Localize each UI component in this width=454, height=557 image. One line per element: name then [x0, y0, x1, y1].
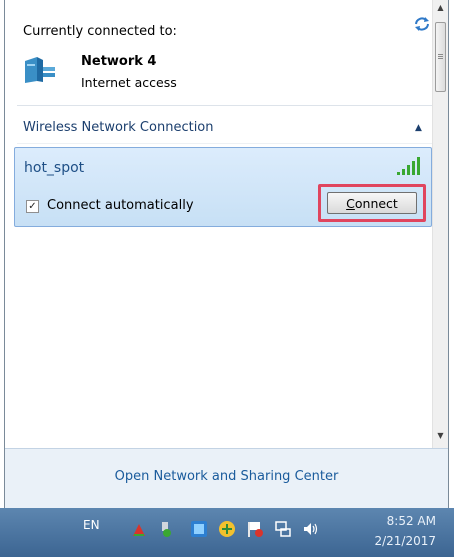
clock-time[interactable]: 8:52 AM — [372, 514, 436, 528]
taskbar: EN 8:52 AM 2/21/2017 — [0, 508, 454, 557]
vertical-scrollbar[interactable]: ▲ ▼ — [432, 0, 448, 448]
wifi-network-item-hot-spot[interactable]: hot_spot ✓ Connect automatically Connect — [14, 147, 432, 227]
section-header-divider — [17, 143, 435, 144]
signal-strength-icon — [397, 157, 420, 175]
scroll-thumb[interactable] — [435, 22, 446, 92]
connect-button-mnemonic: C — [346, 195, 355, 211]
connected-network-name: Network 4 — [81, 54, 157, 69]
scroll-up-arrow-icon[interactable]: ▲ — [433, 0, 448, 16]
open-network-sharing-center-link[interactable]: Open Network and Sharing Center — [5, 469, 448, 484]
connect-automatically-label[interactable]: Connect automatically — [47, 198, 194, 213]
wifi-ssid: hot_spot — [24, 160, 85, 176]
network-icon[interactable] — [274, 520, 292, 538]
connect-button-label: onnect — [354, 195, 398, 211]
chevron-up-icon[interactable]: ▲ — [415, 123, 422, 133]
connected-network-status: Internet access — [81, 75, 177, 90]
network-flyout: Currently connected to: Network 4 Intern… — [4, 0, 449, 508]
update-icon[interactable] — [218, 520, 236, 538]
section-divider — [17, 105, 435, 106]
connect-button[interactable]: Connect — [327, 192, 417, 214]
clock-date[interactable]: 2/21/2017 — [368, 534, 436, 548]
language-indicator[interactable]: EN — [83, 518, 100, 532]
scroll-down-arrow-icon[interactable]: ▼ — [433, 428, 448, 444]
usb-device-icon[interactable] — [156, 520, 174, 538]
connect-automatically-checkbox[interactable]: ✓ — [26, 200, 39, 213]
network-bench-icon — [25, 57, 55, 83]
flag-icon[interactable] — [130, 520, 148, 538]
refresh-arrows-icon[interactable] — [413, 16, 431, 32]
intel-graphics-icon[interactable] — [190, 520, 208, 538]
currently-connected-title: Currently connected to: — [23, 24, 177, 39]
wireless-section-title[interactable]: Wireless Network Connection — [23, 120, 214, 135]
connect-button-highlight: Connect — [318, 184, 426, 222]
volume-icon[interactable] — [302, 520, 320, 538]
action-center-flag-icon[interactable] — [246, 520, 264, 538]
flyout-footer: Open Network and Sharing Center — [5, 448, 448, 508]
